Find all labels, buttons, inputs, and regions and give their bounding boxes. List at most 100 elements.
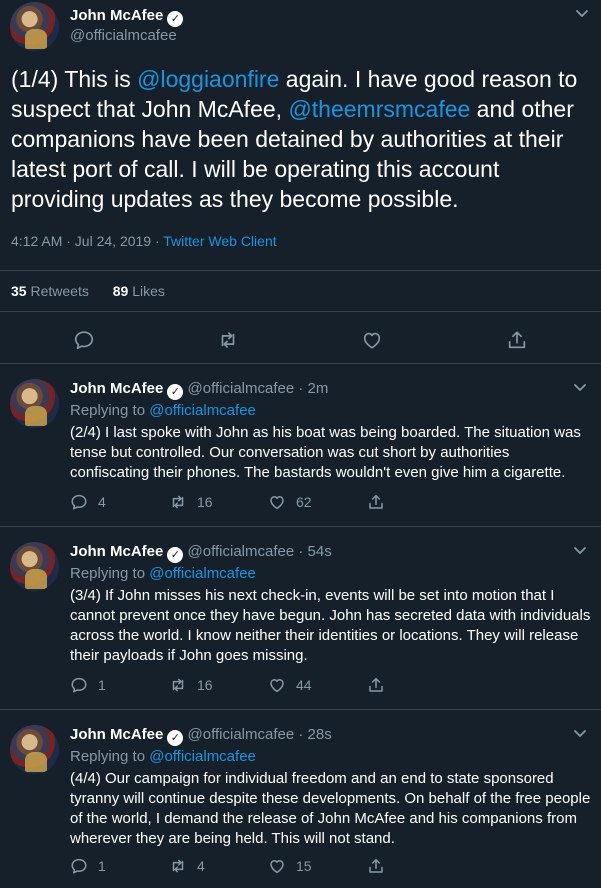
reply-tweet[interactable]: John McAfee ✓ @officialmcafee · 2m Replyi… [0,365,601,527]
like-count: 62 [296,494,312,510]
avatar[interactable] [10,542,59,591]
reply-icon [71,677,87,693]
retweets-label: Retweets [30,283,89,299]
reply-text: (2/4) I last spoke with John as his boat… [70,424,581,481]
reply-icon [71,858,87,874]
display-name[interactable]: John McAfee [70,726,163,743]
likes-count: 89 [112,283,129,299]
reply-header: John McAfee ✓ @officialmcafee · 54s [70,542,332,563]
replying-to: Replying to @officialmcafee [70,401,256,421]
mention-link[interactable]: @loggiaonfire [137,66,279,92]
retweets-count: 35 [11,283,27,299]
share-button[interactable] [367,856,385,876]
reply-icon[interactable] [73,329,95,351]
reply-header: John McAfee ✓ @officialmcafee · 28s [70,725,332,746]
separator: · [298,726,304,743]
retweet-icon[interactable] [217,329,239,351]
relative-time[interactable]: 54s [308,543,332,560]
timestamp[interactable]: 4:12 AM · Jul 24, 2019 · [11,233,163,249]
like-icon [270,496,284,510]
retweet-button[interactable]: 4 [169,856,205,876]
likes-label: Likes [132,283,165,299]
reply-count: 1 [98,677,106,693]
replying-to-link[interactable]: @officialmcafee [149,402,256,419]
replying-to-link[interactable]: @officialmcafee [149,565,256,582]
retweet-icon [172,678,184,692]
share-icon [369,494,383,509]
relative-time[interactable]: 28s [308,726,332,743]
reply-text: (3/4) If John misses his next check-in, … [70,587,591,664]
like-count: 15 [296,858,312,874]
separator: · [298,380,304,397]
chevron-down-icon[interactable] [574,5,590,21]
like-button[interactable]: 15 [268,856,312,876]
retweet-count: 16 [197,677,213,693]
tweet-meta: 4:12 AM · Jul 24, 2019 · Twitter Web Cli… [11,231,277,251]
replying-label: Replying to [70,748,150,765]
retweet-count: 4 [197,858,205,874]
retweet-icon [172,495,184,509]
reply-actions: 1 16 44 [70,675,390,695]
replying-to: Replying to @officialmcafee [70,747,256,767]
main-tweet: John McAfee ✓ @officialmcafee (1/4) This … [0,0,601,364]
verified-badge-icon: ✓ [167,730,184,746]
like-icon[interactable] [361,329,383,351]
replying-label: Replying to [70,402,150,419]
display-name[interactable]: John McAfee [70,543,163,560]
replying-label: Replying to [70,565,150,582]
share-button[interactable] [367,675,385,695]
share-button[interactable] [367,492,385,512]
share-icon[interactable] [506,329,528,351]
author-handle[interactable]: @officialmcafee [188,543,295,560]
retweet-button[interactable]: 16 [169,492,213,512]
reply-text: (4/4) Our campaign for individual freedo… [70,770,591,847]
chevron-down-icon[interactable] [572,379,588,395]
reply-actions: 1 4 15 [70,856,390,876]
reply-icon [71,494,87,510]
author-handle[interactable]: @officialmcafee [188,726,295,743]
avatar[interactable] [10,2,59,51]
verified-badge-icon: ✓ [167,384,184,400]
display-name[interactable]: John McAfee [70,380,163,397]
reply-count: 4 [98,494,106,510]
reply-button[interactable]: 1 [70,675,106,695]
like-count: 44 [296,677,312,693]
like-button[interactable]: 62 [268,492,312,512]
chevron-down-icon[interactable] [572,542,588,558]
verified-badge-icon: ✓ [167,547,184,563]
share-icon [369,677,383,692]
reply-tweet[interactable]: John McAfee ✓ @officialmcafee · 28s Reply… [0,711,601,888]
author-handle[interactable]: @officialmcafee [70,26,177,46]
reply-button[interactable]: 4 [70,492,106,512]
retweet-icon [172,859,184,873]
verified-badge-icon: ✓ [167,11,184,27]
tweet-text: (1/4) This is @loggiaonfire again. I hav… [11,64,596,214]
avatar[interactable] [10,725,59,774]
reply-tweet[interactable]: John McAfee ✓ @officialmcafee · 54s Reply… [0,528,601,710]
separator: · [298,543,304,560]
reply-button[interactable]: 1 [70,856,106,876]
replying-to: Replying to @officialmcafee [70,564,256,584]
mention-link[interactable]: @theemrsmcafee [288,96,470,122]
reply-header: John McAfee ✓ @officialmcafee · 2m [70,379,328,400]
tweet-text-part: (1/4) This is [11,66,138,92]
chevron-down-icon[interactable] [572,725,588,741]
source-client-link[interactable]: Twitter Web Client [163,233,276,249]
retweet-button[interactable]: 16 [169,675,213,695]
avatar[interactable] [10,379,59,428]
author-handle[interactable]: @officialmcafee [188,380,295,397]
reply-count: 1 [98,858,106,874]
tweet-stats: 35 Retweets 89 Likes [0,270,601,312]
relative-time[interactable]: 2m [308,380,329,397]
like-button[interactable]: 44 [268,675,312,695]
display-name[interactable]: John McAfee [70,7,163,24]
retweet-count: 16 [197,494,213,510]
reply-actions: 4 16 62 [70,492,390,512]
likes-stat[interactable]: 89 Likes [113,271,165,311]
like-icon [270,860,284,874]
share-icon [369,858,383,873]
like-icon [270,679,284,693]
replying-to-link[interactable]: @officialmcafee [149,748,256,765]
retweets-stat[interactable]: 35 Retweets [11,271,89,311]
author-name[interactable]: John McAfee ✓ [70,6,184,27]
